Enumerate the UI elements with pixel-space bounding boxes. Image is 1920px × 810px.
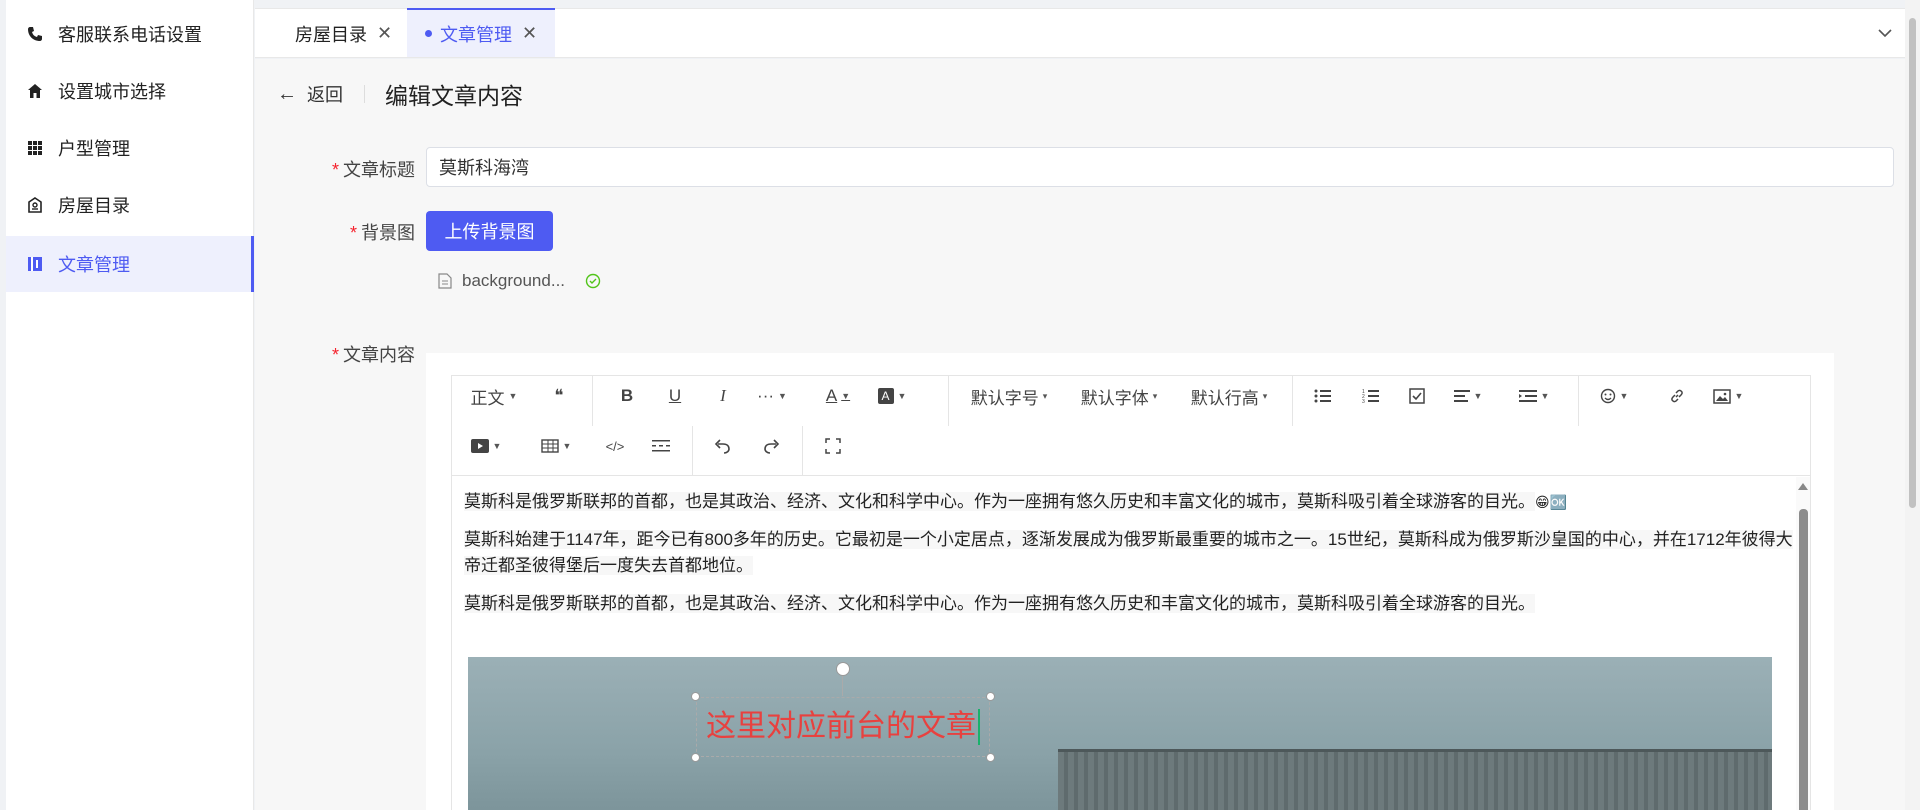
upload-background-button[interactable]: 上传背景图 [426, 211, 553, 251]
arrow-left-icon: ← [277, 82, 297, 105]
sidebar: 客服联系电话设置 设置城市选择 户型管理 房屋目录 文章管理 [6, 0, 254, 810]
rich-text-editor: 正文 ▼ ❝ B U I ··· ▼ A ▼ A ▼ 默认字号 ▾ 默认字体 ▾ 默认行高 ▾… [451, 375, 1811, 810]
sidebar-item-house-catalog[interactable]: 房屋目录 [6, 177, 254, 233]
emoji: 😁 [1535, 494, 1550, 510]
resize-handle[interactable] [986, 753, 995, 762]
undo-icon[interactable] [708, 426, 738, 466]
editor-scrollbar[interactable] [1796, 477, 1810, 810]
required-mark: * [349, 223, 357, 243]
background-color-icon[interactable]: A ▼ [872, 376, 912, 416]
font-family-dropdown[interactable]: 默认字体 ▾ [1074, 376, 1164, 416]
sidebar-item-label: 户型管理 [58, 139, 130, 159]
sidebar-item-phone-settings[interactable]: 客服联系电话设置 [6, 6, 254, 62]
indent-icon[interactable]: ▼ [1514, 376, 1554, 416]
image-building-shape [1058, 749, 1772, 810]
header-divider [364, 85, 365, 103]
uploaded-file-item[interactable]: background... [438, 271, 601, 291]
editor-toolbar: 正文 ▼ ❝ B U I ··· ▼ A ▼ A ▼ 默认字号 ▾ 默认字体 ▾ 默认行高 ▾… [452, 376, 1810, 476]
house-icon [26, 196, 44, 214]
chevron-down-icon[interactable] [1875, 23, 1895, 43]
editor-content[interactable]: 莫斯科是俄罗斯联邦的首都，也是其政治、经济、文化和科学中心。作为一座拥有悠久历史… [452, 477, 1810, 810]
numbered-list-icon[interactable]: 123 [1356, 376, 1386, 416]
font-size-dropdown[interactable]: 默认字号 ▾ [964, 376, 1054, 416]
rotate-handle-line [842, 676, 843, 696]
background-label: * 背景图 [349, 223, 415, 243]
line-height-dropdown[interactable]: 默认行高 ▾ [1184, 376, 1274, 416]
sidebar-item-city-select[interactable]: 设置城市选择 [6, 63, 254, 119]
bold-icon[interactable]: B [612, 376, 642, 416]
grid-icon [26, 139, 44, 157]
image-icon[interactable]: ▼ [1706, 376, 1750, 416]
svg-text:3: 3 [1362, 399, 1365, 404]
more-styles-icon[interactable]: ··· ▼ [752, 376, 792, 416]
sidebar-item-label: 设置城市选择 [58, 82, 166, 102]
sidebar-item-articles[interactable]: 文章管理 [6, 236, 254, 292]
video-icon[interactable]: ▼ [466, 426, 506, 466]
close-icon[interactable]: ✕ [377, 23, 392, 44]
tab-label: 房屋目录 [295, 24, 367, 45]
redo-icon[interactable] [756, 426, 786, 466]
content-paragraph: 莫斯科始建于1147年，距今已有800多年的历史。它最初是一个小定居点，逐渐发展… [464, 530, 1793, 575]
sidebar-item-label: 房屋目录 [58, 196, 130, 216]
required-mark: * [331, 160, 339, 180]
active-dot-icon [425, 30, 432, 37]
scroll-up-arrow-icon[interactable] [1798, 483, 1808, 490]
content-paragraph: 莫斯科是俄罗斯联邦的首都，也是其政治、经济、文化和科学中心。作为一座拥有悠久历史… [464, 489, 1798, 515]
divider-line-icon[interactable] [646, 426, 676, 466]
phone-icon [26, 25, 44, 43]
page-scrollbar[interactable] [1905, 0, 1920, 810]
align-icon[interactable]: ▼ [1448, 376, 1488, 416]
check-circle-icon [585, 273, 601, 289]
fullscreen-icon[interactable] [818, 426, 848, 466]
tab-bar: 房屋目录 ✕ 文章管理 ✕ [255, 8, 1905, 58]
italic-icon[interactable]: I [708, 376, 738, 416]
todo-list-icon[interactable] [1402, 376, 1432, 416]
overlay-text: 这里对应前台的文章 [706, 710, 976, 743]
rotate-handle[interactable] [836, 662, 850, 676]
resize-handle[interactable] [691, 692, 700, 701]
bullet-list-icon[interactable] [1308, 376, 1338, 416]
sidebar-item-label: 客服联系电话设置 [58, 25, 202, 45]
code-icon[interactable]: </> [600, 426, 630, 466]
link-icon[interactable] [1662, 376, 1692, 416]
emoji: 🆗 [1549, 494, 1568, 510]
scroll-thumb[interactable] [1799, 509, 1808, 810]
editor-container: 正文 ▼ ❝ B U I ··· ▼ A ▼ A ▼ 默认字号 ▾ 默认字体 ▾ 默认行高 ▾… [426, 353, 1834, 810]
tab-articles[interactable]: 文章管理 ✕ [407, 8, 556, 57]
close-icon[interactable]: ✕ [522, 23, 537, 44]
quote-icon[interactable]: ❝ [544, 376, 574, 416]
file-name: background... [462, 271, 566, 290]
sidebar-item-unit-types[interactable]: 户型管理 [6, 120, 254, 176]
tab-house-catalog[interactable]: 房屋目录 ✕ [255, 9, 410, 58]
font-color-icon[interactable]: A ▼ [818, 376, 858, 416]
required-mark: * [331, 345, 339, 365]
file-icon [438, 273, 452, 289]
emoji-icon[interactable]: ▼ [1592, 376, 1636, 416]
article-title-input[interactable] [426, 147, 1894, 187]
page-title: 编辑文章内容 [385, 83, 523, 109]
title-label: * 文章标题 [331, 160, 415, 180]
main-content: ← 返回 编辑文章内容 *文章标题 *背景图 上传背景图 background.… [255, 59, 1905, 810]
back-button[interactable]: ← 返回 [277, 81, 343, 107]
resize-handle[interactable] [986, 692, 995, 701]
home-icon [26, 82, 44, 100]
page-scroll-thumb[interactable] [1909, 18, 1916, 508]
text-cursor [978, 709, 980, 745]
tab-label: 文章管理 [440, 24, 512, 45]
back-label: 返回 [307, 85, 343, 105]
book-icon [26, 255, 44, 273]
content-paragraph: 莫斯科是俄罗斯联邦的首都，也是其政治、经济、文化和科学中心。作为一座拥有悠久历史… [464, 594, 1535, 613]
sidebar-item-label: 文章管理 [58, 255, 130, 275]
table-icon[interactable]: ▼ [536, 426, 576, 466]
underline-icon[interactable]: U [660, 376, 690, 416]
overlay-text-box[interactable]: 这里对应前台的文章 [696, 697, 990, 757]
paragraph-style-dropdown[interactable]: 正文 ▼ [464, 376, 524, 416]
content-image[interactable]: 这里对应前台的文章 [468, 657, 1772, 810]
content-label: * 文章内容 [331, 345, 415, 365]
resize-handle[interactable] [691, 753, 700, 762]
